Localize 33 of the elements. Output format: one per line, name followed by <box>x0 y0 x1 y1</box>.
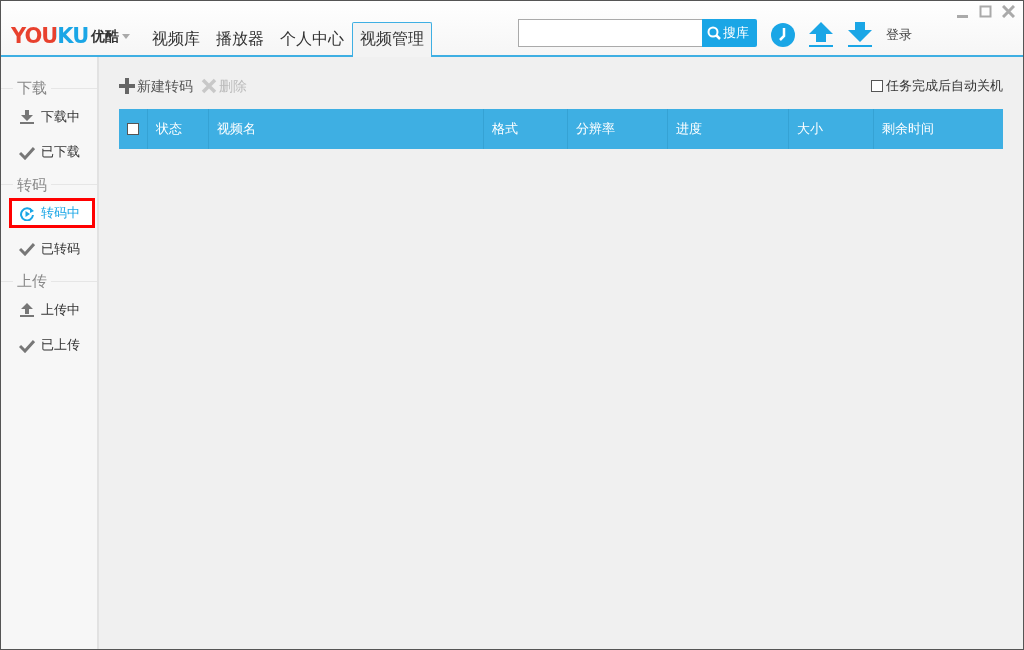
section-heading: 下载 <box>17 78 47 99</box>
new-transcode-button[interactable]: 新建转码 <box>119 75 193 97</box>
nav-tab[interactable]: 视频管理 <box>352 22 433 57</box>
close-icon[interactable] <box>1002 5 1015 18</box>
sidebar-item[interactable]: 上传中 <box>1 292 97 328</box>
sidebar-item[interactable]: 下载中 <box>1 99 97 135</box>
dropdown-caret-icon <box>122 34 131 39</box>
login-link[interactable]: 登录 <box>886 24 913 44</box>
nav-tab[interactable]: 播放器 <box>208 22 273 57</box>
download-icon[interactable] <box>847 21 874 47</box>
upload-icon[interactable] <box>808 21 835 47</box>
select-all-checkbox[interactable] <box>127 123 139 135</box>
auto-shutdown-checkbox[interactable]: 任务完成后自动关机 <box>871 76 1003 96</box>
section-heading: 转码 <box>17 174 47 196</box>
section-heading: 上传 <box>17 271 47 292</box>
sidebar-item[interactable]: 已下载 <box>1 134 97 170</box>
checkmark-icon <box>19 144 35 160</box>
nav-tab[interactable]: 视频库 <box>144 22 209 57</box>
refresh-icon <box>19 205 35 221</box>
checkmark-icon <box>19 337 35 353</box>
maximize-icon[interactable] <box>979 5 992 18</box>
checkmark-icon <box>19 241 35 256</box>
sidebar-item[interactable]: 已上传 <box>1 327 97 363</box>
sidebar-item[interactable]: 已转码 <box>1 231 97 266</box>
search-icon <box>707 26 722 40</box>
clock-icon[interactable] <box>771 23 796 47</box>
nav-tab[interactable]: 个人中心 <box>272 22 353 57</box>
cross-icon <box>201 78 217 94</box>
search-field[interactable] <box>518 19 703 47</box>
download-arrow-icon <box>19 109 35 125</box>
upload-arrow-icon <box>19 302 35 318</box>
logo-chinese-text: 优酷 <box>91 27 120 46</box>
plus-icon <box>119 78 135 94</box>
